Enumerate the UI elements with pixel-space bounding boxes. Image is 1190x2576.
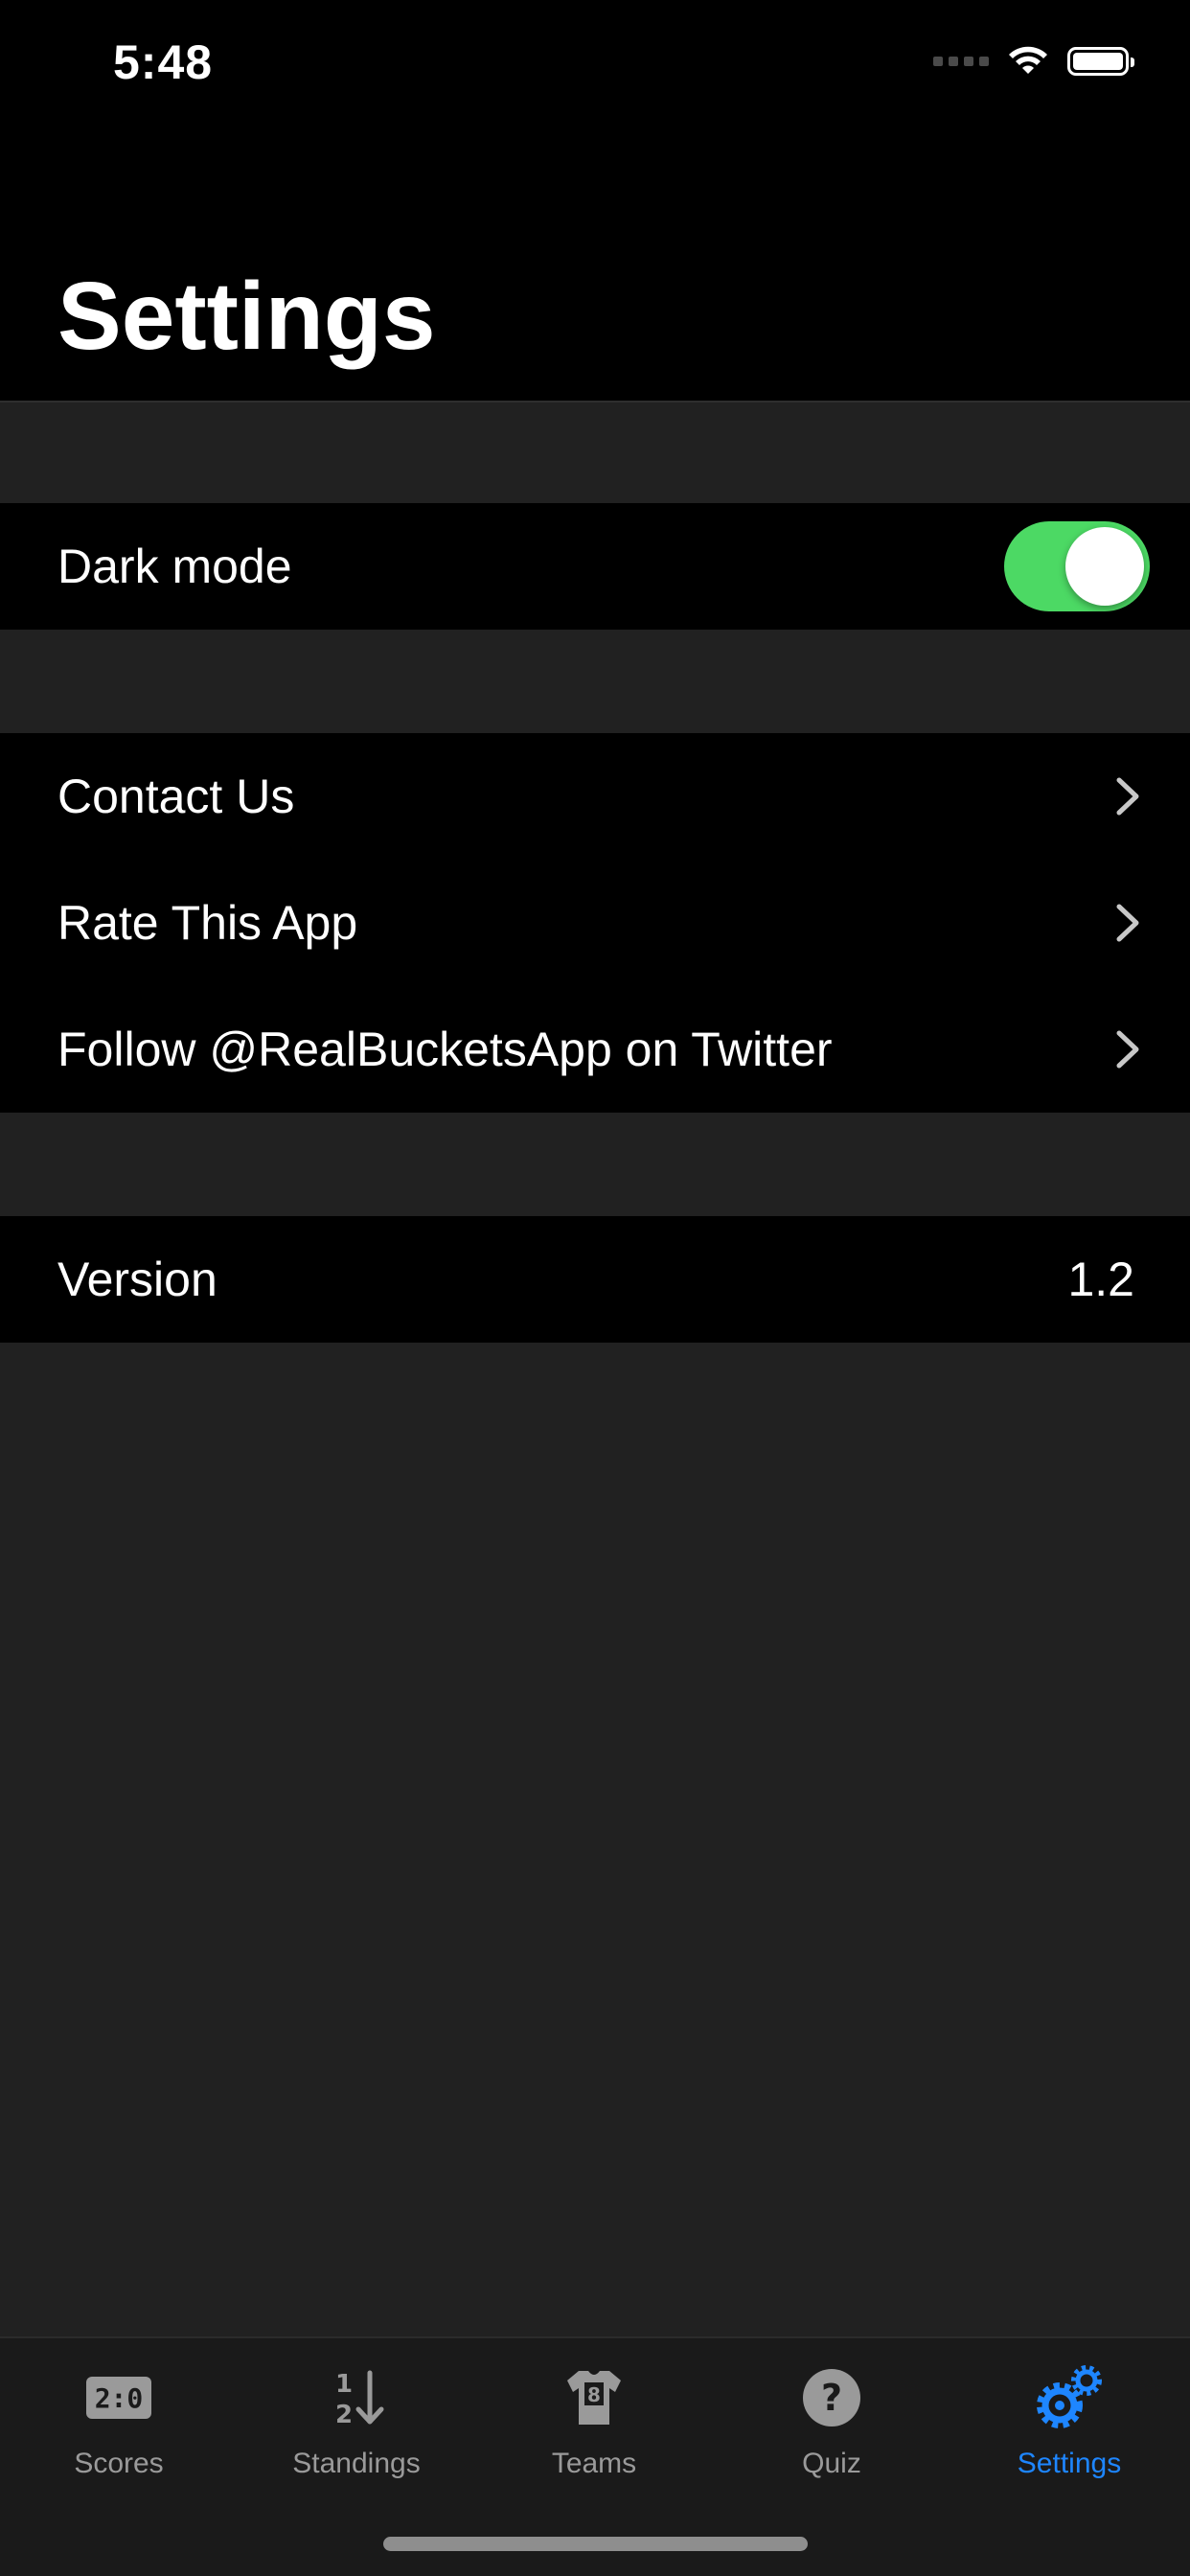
tab-standings[interactable]: 1 2 Standings xyxy=(238,2359,475,2513)
tab-label-standings: Standings xyxy=(292,2448,421,2479)
chevron-right-icon xyxy=(1102,904,1140,942)
battery-icon xyxy=(1067,47,1134,76)
jersey-icon: 8 xyxy=(475,2359,713,2436)
version-value: 1.2 xyxy=(1067,1253,1134,1306)
page-title: Settings xyxy=(57,263,436,370)
follow-twitter-row[interactable]: Follow @RealBucketsApp on Twitter xyxy=(0,986,1190,1113)
status-time: 5:48 xyxy=(113,35,214,89)
dark-mode-label: Dark mode xyxy=(57,540,292,593)
contact-us-row[interactable]: Contact Us xyxy=(0,733,1190,860)
status-icons xyxy=(933,42,1134,80)
version-label: Version xyxy=(57,1253,217,1306)
svg-text:?: ? xyxy=(821,2377,842,2419)
toggle-knob xyxy=(1065,527,1144,606)
tab-teams[interactable]: 8 Teams xyxy=(475,2359,713,2513)
scoreboard-icon: 2:0 xyxy=(0,2359,238,2436)
rate-app-label: Rate This App xyxy=(57,896,358,950)
chevron-right-icon xyxy=(1102,777,1140,816)
tab-scores[interactable]: 2:0 Scores xyxy=(0,2359,238,2513)
tab-label-quiz: Quiz xyxy=(802,2448,861,2479)
tab-label-settings: Settings xyxy=(1017,2448,1122,2479)
chevron-right-icon xyxy=(1102,1030,1140,1069)
gears-icon xyxy=(950,2359,1188,2436)
standings-icon: 1 2 xyxy=(238,2359,475,2436)
status-bar: 5:48 xyxy=(0,0,1190,125)
wifi-icon xyxy=(1009,46,1047,74)
dark-mode-toggle[interactable] xyxy=(1004,521,1150,611)
svg-text:1: 1 xyxy=(335,2370,353,2399)
tab-label-teams: Teams xyxy=(551,2448,637,2479)
cellular-signal-icon xyxy=(933,57,989,66)
question-icon: ? xyxy=(713,2359,950,2436)
version-row: Version 1.2 xyxy=(0,1216,1190,1343)
svg-text:8: 8 xyxy=(587,2383,601,2406)
follow-twitter-label: Follow @RealBucketsApp on Twitter xyxy=(57,1023,833,1076)
tab-label-scores: Scores xyxy=(74,2448,164,2479)
tab-settings[interactable]: Settings xyxy=(950,2359,1188,2513)
svg-text:2:0: 2:0 xyxy=(95,2382,144,2414)
dark-mode-row: Dark mode xyxy=(0,503,1190,630)
contact-us-label: Contact Us xyxy=(57,770,295,823)
rate-app-row[interactable]: Rate This App xyxy=(0,860,1190,986)
home-indicator[interactable] xyxy=(383,2537,808,2551)
header: Settings xyxy=(0,125,1190,402)
tab-quiz[interactable]: ? Quiz xyxy=(713,2359,950,2513)
svg-text:2: 2 xyxy=(335,2401,353,2428)
